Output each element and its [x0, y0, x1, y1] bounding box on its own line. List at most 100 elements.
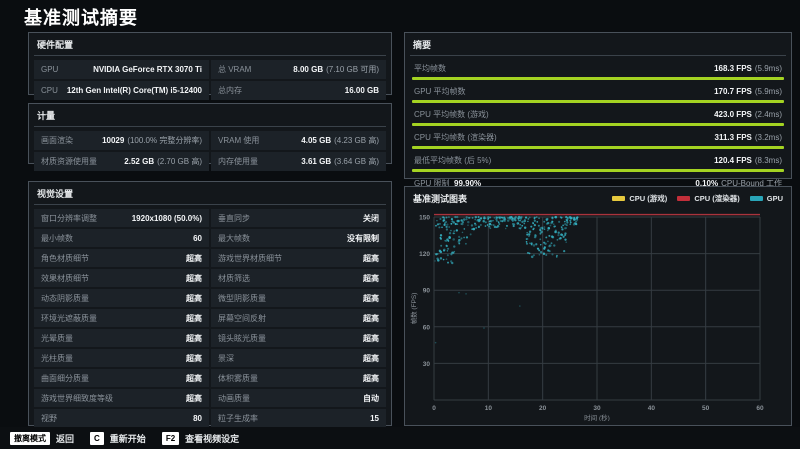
summary-row-label: GPU 平均帧数: [414, 86, 466, 97]
summary-row-fps: 120.4 FPS: [714, 156, 752, 165]
summary-row-frametime: (5.9ms): [755, 87, 782, 96]
setting-label: 景深: [218, 353, 234, 364]
setting-label: 光晕质量: [41, 333, 73, 344]
footer-shortcut[interactable]: 撤离模式 返回: [10, 432, 74, 445]
setting-label: 屏幕空间反射: [218, 313, 266, 324]
svg-text:90: 90: [423, 288, 431, 295]
legend-label: CPU (渲染器): [694, 193, 739, 204]
summary-row-frametime: (3.2ms): [755, 133, 782, 142]
summary-row-frametime: (2.4ms): [755, 110, 782, 119]
setting-value: 超高: [186, 294, 202, 303]
summary-rows: 平均帧数 168.3 FPS(5.9ms) GPU 平均帧数 170.7 FPS…: [410, 60, 786, 172]
setting-value: 超高: [363, 294, 379, 303]
setting-label: 粒子生成率: [218, 413, 258, 424]
visual-setting-cell: 效果材质细节 超高: [34, 269, 209, 287]
hardware-cell: 总 VRAM 8.00 GB(7.10 GB 可用): [211, 60, 386, 79]
setting-label: 动画质量: [218, 393, 250, 404]
svg-text:10: 10: [485, 405, 493, 412]
setting-value: 关闭: [363, 214, 379, 223]
setting-label: 光柱质量: [41, 353, 73, 364]
hardware-cell: CPU 12th Gen Intel(R) Core(TM) i5-12400: [34, 81, 209, 100]
setting-label: CPU: [41, 86, 58, 95]
svg-text:50: 50: [702, 405, 710, 412]
setting-value: 超高: [363, 374, 379, 383]
visual-section-title: 视觉设置: [34, 182, 386, 205]
summary-row-label: CPU 平均帧数 (渲染器): [414, 132, 497, 143]
visual-setting-cell: 景深 超高: [211, 349, 386, 367]
setting-extra: (100.0% 完整分辨率): [127, 136, 202, 145]
summary-row: GPU 平均帧数 170.7 FPS(5.9ms): [412, 85, 784, 103]
summary-row-label: CPU 平均帧数 (游戏): [414, 109, 489, 120]
setting-label: 镜头眩光质量: [218, 333, 266, 344]
legend-label: CPU (游戏): [629, 193, 667, 204]
setting-value: 超高: [363, 274, 379, 283]
setting-label: 总 VRAM: [218, 64, 251, 75]
summary-row: CPU 平均帧数 (渲染器) 311.3 FPS(3.2ms): [412, 131, 784, 149]
fps-bar: [412, 100, 784, 103]
shortcut-action-label: 返回: [56, 432, 74, 445]
setting-value: 3.61 GB: [301, 157, 331, 166]
section-hardware-config: 硬件配置 GPU NVIDIA GeForce RTX 3070 Ti 总 VR…: [28, 32, 392, 95]
setting-value: 没有限制: [347, 234, 379, 243]
visual-setting-cell: 窗口分辨率调整 1920x1080 (50.0%): [34, 209, 209, 227]
setting-label: 最小帧数: [41, 233, 73, 244]
setting-value: 2.52 GB: [124, 157, 154, 166]
legend-color-swatch-icon: [612, 196, 625, 201]
fps-bar: [412, 123, 784, 126]
section-metrics: 计量 画面渲染 10029(100.0% 完整分辨率) VRAM 使用 4.05…: [28, 103, 392, 164]
svg-text:120: 120: [419, 251, 430, 258]
metric-cell: VRAM 使用 4.05 GB(4.23 GB 高): [211, 131, 386, 150]
visual-setting-cell: 动态阴影质量 超高: [34, 289, 209, 307]
metric-cell: 内存使用量 3.61 GB(3.64 GB 高): [211, 152, 386, 171]
setting-label: 角色材质细节: [41, 253, 89, 264]
legend-item: GPU: [750, 194, 783, 203]
summary-row-label: 最低平均帧数 (后 5%): [414, 155, 491, 166]
setting-value: 超高: [363, 314, 379, 323]
setting-value: NVIDIA GeForce RTX 3070 Ti: [93, 65, 202, 74]
summary-row-frametime: (8.3ms): [755, 156, 782, 165]
summary-row-fps: 168.3 FPS: [714, 64, 752, 73]
svg-text:60: 60: [423, 324, 431, 331]
setting-value: 超高: [186, 314, 202, 323]
setting-label: VRAM 使用: [218, 135, 259, 146]
setting-extra: (7.10 GB 可用): [326, 65, 379, 74]
key-badge[interactable]: F2: [162, 432, 179, 445]
setting-label: 动态阴影质量: [41, 293, 89, 304]
setting-label: 垂直同步: [218, 213, 250, 224]
svg-text:150: 150: [419, 215, 430, 222]
summary-row: CPU 平均帧数 (游戏) 423.0 FPS(2.4ms): [412, 108, 784, 126]
setting-value: 超高: [186, 254, 202, 263]
setting-extra: (2.70 GB 高): [157, 157, 202, 166]
setting-value: 10029: [102, 136, 124, 145]
setting-label: 画面渲染: [41, 135, 73, 146]
benchmark-summary-screen: 基准测试摘要 硬件配置 GPU NVIDIA GeForce RTX 3070 …: [0, 0, 800, 449]
setting-value: 60: [193, 234, 202, 243]
svg-text:30: 30: [593, 405, 601, 412]
hardware-cell: 总内存 16.00 GB: [211, 81, 386, 100]
setting-value: 80: [193, 414, 202, 423]
metrics-grid: 画面渲染 10029(100.0% 完整分辨率) VRAM 使用 4.05 GB…: [34, 131, 386, 171]
setting-extra: (4.23 GB 高): [334, 136, 379, 145]
visual-setting-cell: 垂直同步 关闭: [211, 209, 386, 227]
setting-label: 曲面细分质量: [41, 373, 89, 384]
setting-value: 超高: [186, 334, 202, 343]
fps-bar: [412, 77, 784, 80]
fps-bar: [412, 169, 784, 172]
metrics-section-title: 计量: [34, 104, 386, 127]
footer-shortcut[interactable]: F2 查看视频设定: [162, 432, 239, 445]
setting-value: 超高: [363, 354, 379, 363]
key-badge[interactable]: C: [90, 432, 104, 445]
hardware-grid: GPU NVIDIA GeForce RTX 3070 Ti 总 VRAM 8.…: [34, 60, 386, 100]
setting-value: 超高: [363, 334, 379, 343]
summary-row-fps: 311.3 FPS: [715, 133, 752, 142]
setting-label: 窗口分辨率调整: [41, 213, 97, 224]
footer-shortcut[interactable]: C 重新开始: [90, 432, 146, 445]
setting-value: 15: [370, 414, 379, 423]
summary-row-fps: 423.0 FPS: [714, 110, 752, 119]
setting-value: 超高: [363, 254, 379, 263]
summary-row: 最低平均帧数 (后 5%) 120.4 FPS(8.3ms): [412, 154, 784, 172]
key-badge[interactable]: 撤离模式: [10, 432, 50, 445]
svg-text:时间 (秒): 时间 (秒): [584, 413, 610, 421]
page-title: 基准测试摘要: [24, 4, 138, 30]
legend-item: CPU (游戏): [612, 193, 667, 204]
